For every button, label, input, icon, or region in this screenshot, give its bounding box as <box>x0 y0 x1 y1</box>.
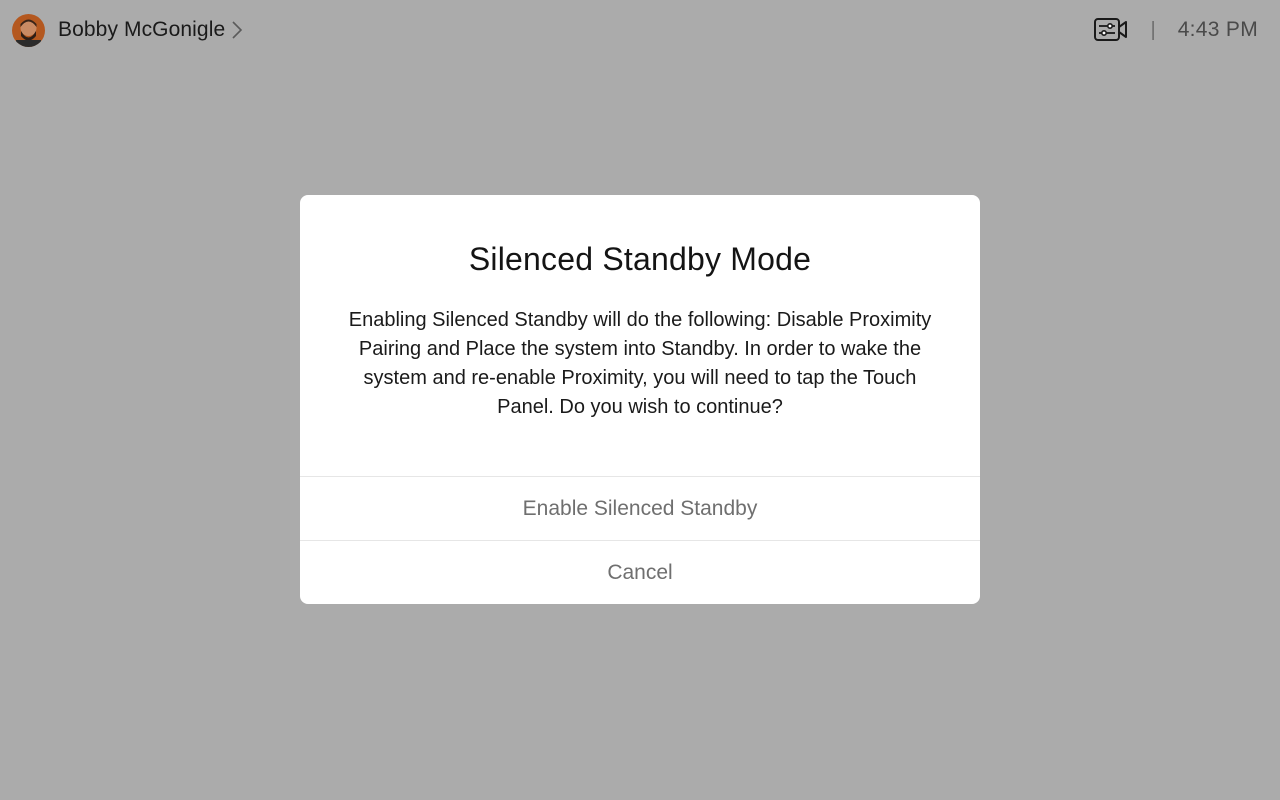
chevron-right-icon <box>231 19 245 41</box>
divider: | <box>1150 18 1156 41</box>
dialog-message: Enabling Silenced Standby will do the fo… <box>348 309 932 418</box>
status-area: | 4:43 PM <box>1094 14 1258 46</box>
camera-controls-icon[interactable] <box>1094 16 1128 44</box>
avatar <box>12 13 45 47</box>
cancel-button[interactable]: Cancel <box>300 540 980 604</box>
user-name: Bobby McGonigle <box>58 18 226 41</box>
user-profile-button[interactable]: Bobby McGonigle <box>12 13 245 47</box>
standby-screen: Bobby McGonigle | 4:43 PM Silenced Stand… <box>0 0 1280 800</box>
clock: 4:43 PM <box>1177 18 1258 41</box>
dialog-title: Silenced Standby Mode <box>468 241 812 277</box>
silenced-standby-dialog: Silenced Standby Mode Enabling Silenced … <box>300 195 980 604</box>
dialog-actions: Enable Silenced Standby Cancel <box>300 476 980 604</box>
user-avatar-icon <box>12 13 45 47</box>
enable-silenced-standby-button[interactable]: Enable Silenced Standby <box>300 476 980 540</box>
